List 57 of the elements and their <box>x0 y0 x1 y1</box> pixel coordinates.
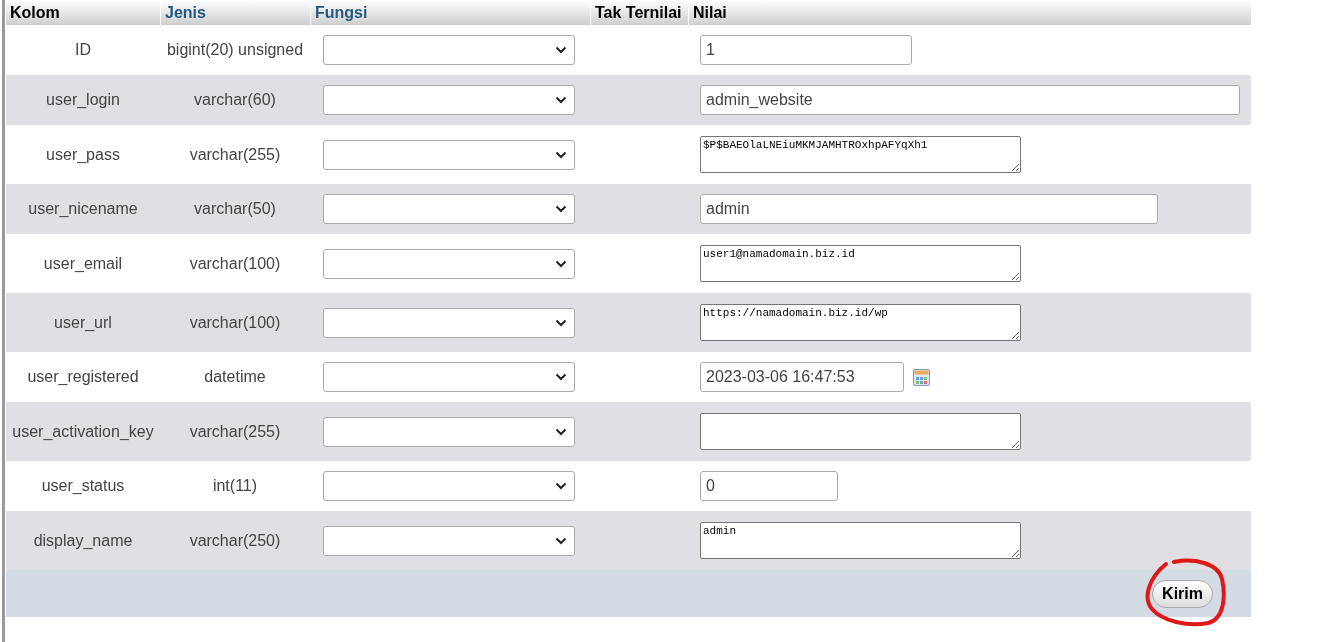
submit-button[interactable]: Kirim <box>1152 579 1213 608</box>
column-type: varchar(255) <box>189 144 281 165</box>
column-type: datetime <box>204 367 266 387</box>
function-select[interactable] <box>323 525 575 556</box>
column-name: user_pass <box>46 144 120 165</box>
value-input[interactable]: 0 <box>700 471 838 501</box>
column-header-link[interactable]: Fungsi <box>315 0 368 25</box>
column-name: display_name <box>33 530 133 551</box>
value-input[interactable]: admin_website <box>700 85 1240 115</box>
chevron-icon <box>555 373 567 381</box>
column-name: user_nicename <box>28 199 138 219</box>
function-select[interactable] <box>323 194 575 224</box>
column-type: varchar(100) <box>189 312 281 333</box>
column-header: Nilai <box>693 2 727 23</box>
chevron-icon <box>555 318 567 327</box>
column-name: user_url <box>54 312 112 333</box>
column-type: varchar(250) <box>189 530 281 551</box>
value-input[interactable]: 1 <box>700 35 912 65</box>
chevron-icon <box>555 536 567 545</box>
value-textarea[interactable]: https://namadomain.biz.id/wp <box>700 304 1021 341</box>
calendar-icon[interactable] <box>913 368 930 386</box>
chevron-icon <box>555 259 567 268</box>
column-name: user_status <box>41 476 125 496</box>
value-textarea[interactable]: $P$BAEOlaLNEiuMKMJAMHTROxhpAFYqXh1 <box>700 136 1021 173</box>
chevron-icon <box>555 427 567 436</box>
value-textarea[interactable]: admin <box>700 522 1021 559</box>
function-select[interactable] <box>323 471 575 501</box>
column-name: user_email <box>43 253 123 274</box>
column-type: bigint(20) unsigned <box>166 40 304 60</box>
column-type: int(11) <box>212 476 258 496</box>
function-select[interactable] <box>323 416 575 447</box>
chevron-icon <box>555 482 567 490</box>
column-name: ID <box>75 40 91 60</box>
column-header: Tak Ternilai <box>595 2 682 23</box>
value-input[interactable]: 2023-03-06 16:47:53 <box>700 362 904 392</box>
column-header: Kolom <box>10 2 60 23</box>
value-input[interactable]: admin <box>700 194 1158 224</box>
column-type: varchar(100) <box>189 253 281 274</box>
value-textarea[interactable] <box>700 413 1021 450</box>
function-select[interactable] <box>323 139 575 170</box>
function-select[interactable] <box>323 35 575 65</box>
column-name: user_registered <box>27 367 139 387</box>
chevron-icon <box>555 150 567 159</box>
column-name: user_activation_key <box>12 421 154 442</box>
chevron-icon <box>555 46 567 54</box>
chevron-icon <box>555 96 567 104</box>
chevron-icon <box>555 205 567 213</box>
column-type: varchar(255) <box>189 421 281 442</box>
function-select[interactable] <box>323 248 575 279</box>
function-select[interactable] <box>323 85 575 115</box>
column-type: varchar(60) <box>194 90 276 110</box>
value-textarea[interactable]: user1@namadomain.biz.id <box>700 245 1021 282</box>
column-name: user_login <box>46 90 120 110</box>
column-header-link[interactable]: Jenis <box>165 0 206 25</box>
function-select[interactable] <box>323 362 575 392</box>
function-select[interactable] <box>323 307 575 338</box>
column-type: varchar(50) <box>194 199 276 219</box>
